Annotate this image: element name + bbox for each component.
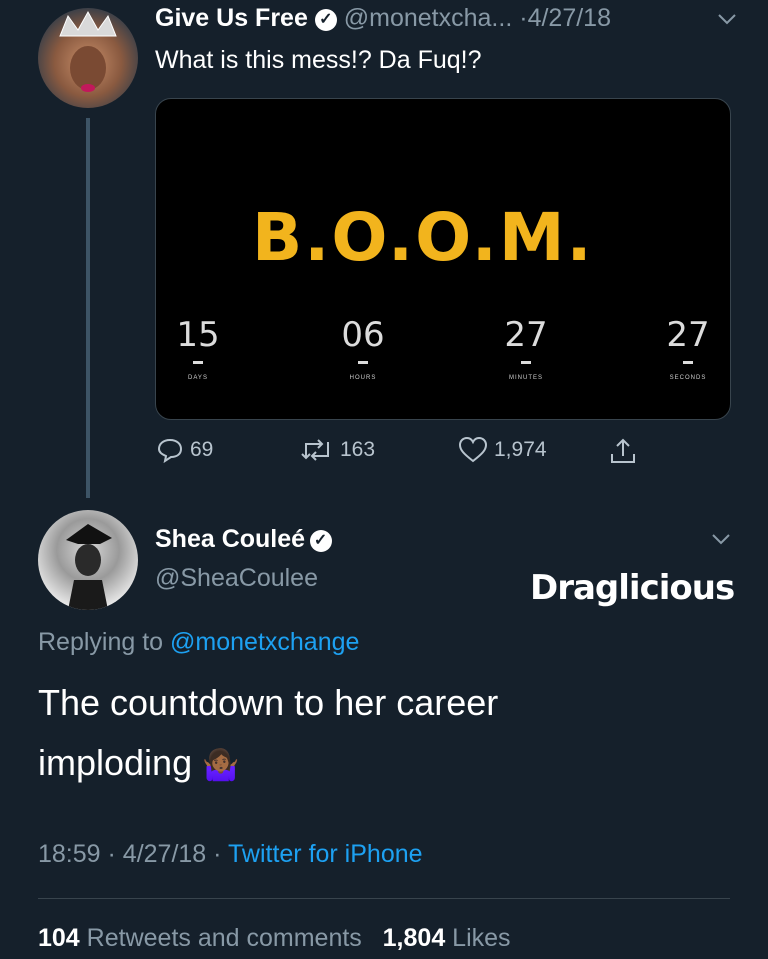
tweet1-date[interactable]: 4/27/18	[528, 4, 611, 32]
media-title: B.O.O.M.	[252, 199, 594, 276]
separator-dot: ·	[519, 4, 528, 32]
reply-icon	[157, 438, 183, 464]
countdown-hours-label: HOURS	[349, 375, 377, 381]
replying-to-handle[interactable]: @monetxchange	[170, 628, 359, 656]
retweets-count: 104	[38, 924, 80, 952]
countdown-minutes-label: MINUTES	[509, 375, 543, 381]
tweet2-header: Shea Couleé ✓	[155, 525, 332, 554]
tweet2-text-word: imploding	[38, 742, 193, 783]
thread-line	[86, 118, 90, 498]
share-icon	[611, 438, 635, 463]
tweet1-header: Give Us Free ✓ @monetxcha... ·4/27/18	[155, 4, 611, 33]
countdown-days-dash	[193, 361, 203, 364]
countdown-minutes-dash	[521, 361, 531, 364]
like-button[interactable]: 1,974	[458, 436, 547, 464]
avatar-give-us-free[interactable]	[38, 8, 138, 108]
chevron-down-icon[interactable]	[710, 532, 732, 551]
draglicious-watermark: Draglicious	[530, 568, 735, 608]
likes-count: 1,804	[382, 924, 446, 952]
countdown-seconds-label: SECONDS	[669, 375, 707, 381]
likes-stat[interactable]: 1,804 Likes	[383, 924, 511, 952]
retweets-stat[interactable]: 104 Retweets and comments	[38, 924, 369, 952]
reply-button[interactable]: 69	[156, 436, 213, 464]
countdown-days-value: 15	[176, 315, 220, 355]
chevron-down-icon[interactable]	[716, 12, 738, 31]
retweet-count: 163	[340, 438, 376, 461]
countdown-seconds-value: 27	[666, 315, 710, 355]
tweet2-time: 18:59	[38, 840, 101, 868]
shrug-emoji: 🤷🏾‍♀️	[202, 749, 240, 782]
crown-icon	[59, 10, 117, 92]
separator-dot: ·	[213, 840, 222, 868]
tweet2-stats: 104 Retweets and comments 1,804 Likes	[38, 924, 511, 953]
likes-label: Likes	[452, 924, 511, 952]
heart-icon	[458, 436, 488, 463]
retweet-button[interactable]: 163	[300, 436, 375, 464]
retweet-icon	[301, 439, 329, 461]
verified-badge-icon: ✓	[314, 9, 337, 31]
share-button[interactable]	[608, 436, 638, 466]
retweets-label: Retweets and comments	[86, 924, 362, 952]
countdown-hours-dash	[358, 361, 368, 364]
tweet1-media[interactable]: B.O.O.M. 15 DAYS 06 HOURS 27 MINUTES 27 …	[155, 98, 731, 420]
tweet2-source[interactable]: Twitter for iPhone	[228, 840, 423, 868]
tweet2-text-line1: The countdown to her career	[38, 682, 499, 723]
tweet1-display-name[interactable]: Give Us Free	[155, 4, 308, 32]
verified-badge-icon: ✓	[309, 530, 332, 552]
separator-dot: ·	[107, 840, 116, 868]
countdown-minutes-value: 27	[504, 315, 548, 355]
countdown-seconds-dash	[683, 361, 693, 364]
tweet1-text: What is this mess!? Da Fuq!?	[155, 46, 482, 74]
divider	[38, 898, 730, 899]
tweet2-meta: 18:59 · 4/27/18 · Twitter for iPhone	[38, 840, 423, 869]
replying-to-line: Replying to @monetxchange	[38, 628, 359, 657]
replying-to-label: Replying to	[38, 628, 164, 656]
tweet1-handle[interactable]: @monetxcha...	[344, 4, 513, 32]
tweet2-date: 4/27/18	[122, 840, 207, 868]
tweet2-handle[interactable]: @SheaCoulee	[155, 564, 318, 593]
reply-count: 69	[190, 438, 214, 461]
avatar-shea-coulee[interactable]	[38, 510, 138, 610]
countdown-hours-value: 06	[341, 315, 385, 355]
tweet2-display-name[interactable]: Shea Couleé	[155, 525, 305, 553]
like-count: 1,974	[494, 438, 547, 461]
countdown-days-label: DAYS	[188, 375, 208, 381]
tweet2-text-line2: imploding 🤷🏾‍♀️	[38, 742, 239, 784]
